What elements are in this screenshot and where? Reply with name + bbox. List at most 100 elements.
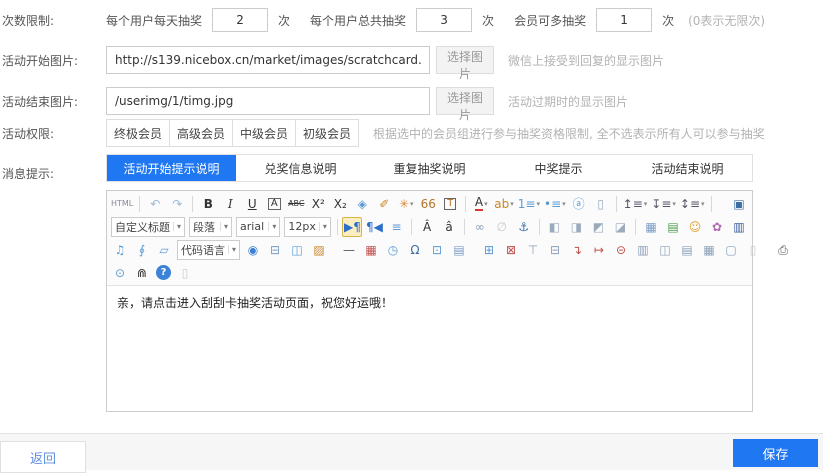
- insert-file-icon[interactable]: ▱: [154, 240, 174, 260]
- italic-icon[interactable]: I: [220, 194, 240, 214]
- unlink-icon[interactable]: ∅: [492, 217, 512, 237]
- rtl-paragraph-icon[interactable]: ¶◀: [364, 217, 384, 237]
- insert-col-icon[interactable]: ↦: [589, 240, 609, 260]
- strikethrough-icon[interactable]: ABC: [286, 194, 306, 214]
- paragraph-select[interactable]: 段落▾: [189, 217, 232, 237]
- message-tab-3[interactable]: 重复抽奖说明: [365, 155, 494, 181]
- link-icon[interactable]: ∞: [470, 217, 490, 237]
- blank-page-icon[interactable]: ▯: [743, 240, 763, 260]
- merge-right-icon[interactable]: ▤: [677, 240, 697, 260]
- eraser-icon[interactable]: ◈: [352, 194, 372, 214]
- delete-row-icon[interactable]: ⊝: [611, 240, 631, 260]
- paragraph-spacing-bottom-icon[interactable]: ↧≡▾: [650, 194, 677, 214]
- time-icon[interactable]: ◷: [383, 240, 403, 260]
- message-tab-1[interactable]: 活动开始提示说明: [107, 155, 236, 181]
- upload-image-icon[interactable]: ▤: [663, 217, 683, 237]
- fullscreen-icon[interactable]: ▣: [729, 194, 749, 214]
- scrawl-icon[interactable]: ✿: [707, 217, 727, 237]
- start-image-pick-button[interactable]: 选择图片: [436, 46, 494, 74]
- delete-table-icon[interactable]: ⊠: [501, 240, 521, 260]
- baidu-app-icon[interactable]: ◉: [243, 240, 263, 260]
- member-extra-input[interactable]: [596, 8, 652, 32]
- font-border-icon[interactable]: A: [264, 194, 284, 214]
- video-icon[interactable]: ▥: [729, 217, 749, 237]
- member-option-4[interactable]: 初级会员: [295, 119, 359, 147]
- save-button[interactable]: 保存: [733, 439, 818, 467]
- editor-content[interactable]: 亲，请点击进入刮刮卡抽奖活动页面，祝您好运哦！: [107, 286, 752, 411]
- total-label: 每个用户总共抽奖: [310, 12, 406, 29]
- redo-icon[interactable]: ↷: [167, 194, 187, 214]
- insert-image-icon[interactable]: ▦: [641, 217, 661, 237]
- bold-icon[interactable]: B: [198, 194, 218, 214]
- insert-table-icon[interactable]: ⊞: [479, 240, 499, 260]
- blank-doc-icon[interactable]: ▯: [591, 194, 611, 214]
- cell-props-icon[interactable]: ⊟: [545, 240, 565, 260]
- member-option-2[interactable]: 高级会员: [169, 119, 233, 147]
- image-right-icon[interactable]: ◪: [610, 217, 630, 237]
- autotypeset-icon[interactable]: ✳▾: [396, 194, 416, 214]
- code-language-select[interactable]: 代码语言▾: [177, 240, 240, 260]
- music-icon[interactable]: ♫: [110, 240, 130, 260]
- paste-icon[interactable]: ▯: [175, 263, 195, 283]
- message-tab-4[interactable]: 中奖提示: [494, 155, 623, 181]
- member-option-1[interactable]: 终极会员: [106, 119, 170, 147]
- back-button[interactable]: 返回: [0, 441, 86, 473]
- table-header-icon[interactable]: ⊤: [523, 240, 543, 260]
- ltr-paragraph-icon[interactable]: ▶¶: [342, 217, 362, 237]
- iframe-icon[interactable]: ◫: [287, 240, 307, 260]
- date-icon[interactable]: ▦: [361, 240, 381, 260]
- anchor-ship-icon[interactable]: ⚓: [514, 217, 534, 237]
- pagebreak-icon[interactable]: ⊟: [265, 240, 285, 260]
- find-replace-icon[interactable]: ⋒: [132, 263, 152, 283]
- total-input[interactable]: [416, 8, 472, 32]
- ordered-list-icon[interactable]: 1≡▾: [517, 194, 541, 214]
- message-tab-5[interactable]: 活动结束说明: [623, 155, 752, 181]
- paste-plain-icon[interactable]: T: [440, 194, 460, 214]
- uppercase-icon[interactable]: Â: [417, 217, 437, 237]
- comment-icon[interactable]: ⊡: [427, 240, 447, 260]
- font-size-select[interactable]: 12px▾: [284, 217, 331, 237]
- table-style-icon[interactable]: ▢: [721, 240, 741, 260]
- search-icon[interactable]: ⊙: [110, 263, 130, 283]
- special-char-icon[interactable]: Ω: [405, 240, 425, 260]
- subscript-icon[interactable]: X₂: [330, 194, 350, 214]
- insert-row-icon[interactable]: ↴: [567, 240, 587, 260]
- paragraph-format-icon[interactable]: ≡: [386, 217, 406, 237]
- image-center-icon[interactable]: ◩: [588, 217, 608, 237]
- unordered-list-icon[interactable]: •≡▾: [543, 194, 567, 214]
- note-icon[interactable]: ▤: [449, 240, 469, 260]
- format-brush-icon[interactable]: ✐: [374, 194, 394, 214]
- horizontal-rule-icon[interactable]: —: [339, 240, 359, 260]
- superscript-icon[interactable]: X²: [308, 194, 328, 214]
- permission-hint: 根据选中的会员组进行参与抽奖资格限制, 全不选表示所有人可以参与抽奖: [373, 125, 765, 142]
- end-image-hint: 活动过期时的显示图片: [508, 93, 628, 110]
- line-height-icon[interactable]: ↕≡▾: [679, 194, 706, 214]
- snapshot-icon[interactable]: ▨: [309, 240, 329, 260]
- message-tab-2[interactable]: 兑奖信息说明: [236, 155, 365, 181]
- font-family-select[interactable]: arial▾: [236, 217, 280, 237]
- split-cells-icon[interactable]: ◫: [655, 240, 675, 260]
- attachment-icon[interactable]: ∮: [132, 240, 152, 260]
- image-left-icon[interactable]: ◨: [566, 217, 586, 237]
- heading-select[interactable]: 自定义标题▾: [111, 217, 185, 237]
- blockquote-icon[interactable]: 66: [418, 194, 438, 214]
- start-image-input[interactable]: [106, 46, 430, 74]
- html-source-icon[interactable]: HTML: [110, 194, 134, 214]
- font-color-icon[interactable]: A▾: [471, 194, 491, 214]
- merge-cells-icon[interactable]: ▥: [633, 240, 653, 260]
- end-image-input[interactable]: [106, 87, 430, 115]
- highlight-color-icon[interactable]: ab▾: [493, 194, 515, 214]
- emoticon-icon[interactable]: ☺: [685, 217, 705, 237]
- merge-down-icon[interactable]: ▦: [699, 240, 719, 260]
- underline-icon[interactable]: U: [242, 194, 262, 214]
- paragraph-spacing-top-icon[interactable]: ↥≡▾: [622, 194, 649, 214]
- end-image-pick-button[interactable]: 选择图片: [436, 87, 494, 115]
- anchor-icon[interactable]: ⓐ: [569, 194, 589, 214]
- lowercase-icon[interactable]: â: [439, 217, 459, 237]
- undo-icon[interactable]: ↶: [145, 194, 165, 214]
- image-default-icon[interactable]: ◧: [544, 217, 564, 237]
- per-day-input[interactable]: [212, 8, 268, 32]
- print-icon[interactable]: ⎙: [773, 240, 793, 260]
- member-option-3[interactable]: 中级会员: [232, 119, 296, 147]
- help-icon[interactable]: ?: [156, 265, 171, 280]
